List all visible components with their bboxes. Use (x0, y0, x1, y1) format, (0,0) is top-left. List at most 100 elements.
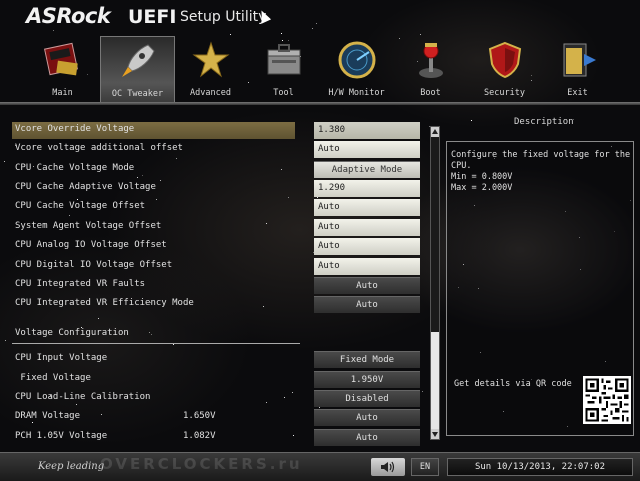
status-bar: Keep leading OVERCLOCKERS.ru EN Sun 10/1… (0, 452, 640, 481)
setting-label: CPU Digital IO Voltage Offset (15, 260, 173, 270)
setting-label: System Agent Voltage Offset (15, 221, 162, 231)
uefi-title: UEFI (128, 6, 177, 28)
setting-row-pch-voltage[interactable]: PCH 1.05V Voltage 1.082V Auto (12, 429, 430, 447)
star-icon (191, 41, 230, 78)
tab-label: Tool (273, 88, 294, 98)
setting-label: Fixed Voltage (15, 373, 91, 383)
star (312, 28, 313, 29)
tab-advanced[interactable]: Advanced (174, 36, 247, 102)
setting-label: PCH 1.05V Voltage (15, 431, 108, 441)
setting-row-vr-faults[interactable]: CPU Integrated VR Faults Auto (12, 277, 430, 295)
cpu-input-voltage-select[interactable]: Fixed Mode (314, 351, 420, 368)
setting-label: Vcore Override Voltage (15, 124, 135, 134)
tab-exit[interactable]: Exit (541, 36, 614, 102)
tab-security[interactable]: Security (468, 36, 541, 102)
star (149, 332, 150, 333)
setting-label: DRAM Voltage (15, 411, 81, 421)
qr-code-icon (583, 376, 631, 424)
fixed-voltage-select[interactable]: 1.950V (314, 371, 420, 388)
cache-voltage-mode-select[interactable]: Adaptive Mode (314, 161, 420, 178)
pch-voltage-reading: 1.082V (183, 431, 216, 441)
toolbox-icon (267, 44, 300, 75)
setting-row-cpu-input-voltage[interactable]: CPU Input Voltage Fixed Mode (12, 351, 430, 369)
sound-toggle-button[interactable] (371, 458, 405, 476)
speaker-icon (381, 461, 395, 473)
nav-divider (0, 102, 640, 105)
dram-voltage-select[interactable]: Auto (314, 409, 420, 426)
scroll-down-arrow-icon[interactable] (431, 429, 439, 439)
shield-icon (488, 41, 521, 79)
tab-label: Boot (420, 88, 441, 98)
setting-label: CPU Cache Voltage Offset (15, 201, 146, 211)
tab-label: Security (484, 88, 525, 98)
tab-label: Advanced (190, 88, 231, 98)
pch-voltage-select[interactable]: Auto (314, 429, 420, 446)
setting-label: CPU Integrated VR Efficiency Mode (15, 298, 194, 308)
exit-icon (563, 43, 596, 77)
scroll-thumb[interactable] (431, 332, 439, 429)
tab-label: Main (52, 88, 73, 98)
brand-logo: ASRock (26, 4, 111, 28)
setting-label: CPU Integrated VR Faults (15, 279, 146, 289)
setting-label: CPU Analog IO Voltage Offset (15, 240, 167, 250)
main-icon (43, 42, 78, 76)
setting-row-digital-io-offset[interactable]: CPU Digital IO Voltage Offset Auto (12, 258, 430, 276)
setting-row-fixed-voltage[interactable]: Fixed Voltage 1.950V (12, 371, 430, 389)
load-line-calibration-select[interactable]: Disabled (314, 390, 420, 407)
rocket-icon (121, 44, 155, 77)
setting-label: CPU Input Voltage (15, 353, 108, 363)
setting-row-cache-adaptive-voltage[interactable]: CPU Cache Adaptive Voltage 1.290 (12, 180, 430, 198)
setup-utility-title: Setup Utility (180, 9, 267, 25)
scroll-up-arrow-icon[interactable] (431, 127, 439, 137)
datetime-display: Sun 10/13/2013, 22:07:02 (447, 458, 633, 476)
setting-row-system-agent-offset[interactable]: System Agent Voltage Offset Auto (12, 219, 430, 237)
radar-icon (338, 41, 375, 79)
system-agent-offset-input[interactable]: Auto (314, 219, 420, 236)
cache-adaptive-voltage-input[interactable]: 1.290 (314, 180, 420, 197)
vcore-offset-input[interactable]: Auto (314, 141, 420, 158)
language-button[interactable]: EN (411, 458, 439, 476)
tab-label: H/W Monitor (328, 88, 385, 98)
settings-scrollbar[interactable] (430, 126, 440, 440)
vcore-override-input[interactable]: 1.380 (314, 122, 420, 139)
dram-voltage-reading: 1.650V (183, 411, 216, 421)
setting-row-load-line-calibration[interactable]: CPU Load-Line Calibration Disabled (12, 390, 430, 408)
tab-tool[interactable]: Tool (247, 36, 320, 102)
setting-row-cache-voltage-offset[interactable]: CPU Cache Voltage Offset Auto (12, 199, 430, 217)
setting-row-cache-voltage-mode[interactable]: CPU Cache Voltage Mode Adaptive Mode (12, 161, 430, 179)
slogan: Keep leading (38, 461, 105, 472)
setting-row-vcore-override[interactable]: Vcore Override Voltage 1.380 (12, 122, 430, 140)
setting-label: CPU Cache Adaptive Voltage (15, 182, 156, 192)
tab-hw-monitor[interactable]: H/W Monitor (320, 36, 393, 102)
setting-label: CPU Load-Line Calibration (15, 392, 151, 402)
tab-boot[interactable]: Boot (394, 36, 467, 102)
qr-label: Get details via QR code (454, 379, 572, 389)
digital-io-offset-input[interactable]: Auto (314, 258, 420, 275)
watermark: OVERCLOCKERS.ru (100, 455, 303, 473)
setting-row-vcore-offset[interactable]: Vcore voltage additional offset Auto (12, 141, 430, 159)
star (316, 23, 317, 24)
setting-row-dram-voltage[interactable]: DRAM Voltage 1.650V Auto (12, 409, 430, 427)
cache-voltage-offset-input[interactable]: Auto (314, 199, 420, 216)
star (230, 34, 231, 35)
description-text: Configure the fixed voltage for the CPU.… (451, 150, 631, 193)
description-title: Description (514, 117, 574, 127)
analog-io-offset-input[interactable]: Auto (314, 238, 420, 255)
star (173, 344, 174, 345)
star (4, 161, 5, 162)
setting-row-vr-efficiency[interactable]: CPU Integrated VR Efficiency Mode Auto (12, 296, 430, 314)
tab-label: OC Tweaker (111, 89, 164, 99)
star (281, 33, 282, 34)
tab-main[interactable]: Main (26, 36, 99, 102)
star (98, 318, 99, 319)
star (5, 340, 6, 341)
tab-oc-tweaker[interactable]: OC Tweaker (100, 36, 175, 103)
section-divider (12, 343, 300, 344)
setting-row-analog-io-offset[interactable]: CPU Analog IO Voltage Offset Auto (12, 238, 430, 256)
star (151, 334, 152, 335)
description-panel: Configure the fixed voltage for the CPU.… (446, 141, 634, 436)
vr-faults-select[interactable]: Auto (314, 277, 420, 294)
vr-efficiency-select[interactable]: Auto (314, 296, 420, 313)
section-title: Voltage Configuration (15, 328, 129, 338)
tab-label: Exit (567, 88, 588, 98)
